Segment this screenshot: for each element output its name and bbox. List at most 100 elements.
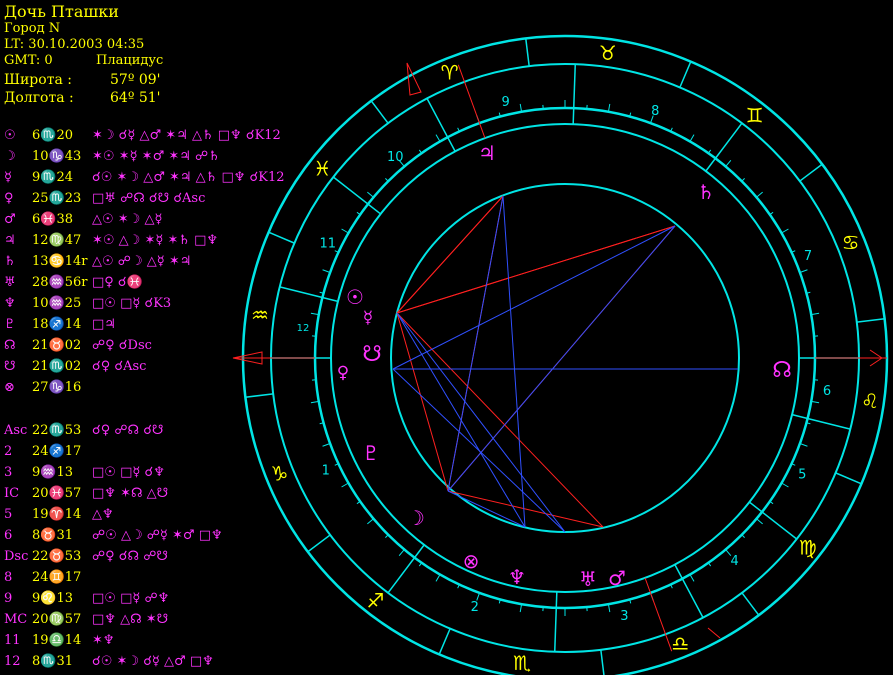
aspect-line: [502, 195, 526, 528]
sign-divider: [856, 318, 885, 323]
degree-tick: [435, 574, 441, 582]
degree-tick: [607, 604, 611, 613]
planet-neptune-glyph: ♆: [508, 565, 526, 589]
house-cusp: [279, 286, 339, 303]
degree-tick: [398, 549, 405, 556]
zodiac-sign-glyph: ♌: [861, 389, 879, 413]
sign-divider: [679, 61, 692, 88]
aspect-line: [447, 225, 676, 492]
degree-tick: [756, 191, 763, 198]
degree-tick: [811, 400, 820, 404]
degree-tick: [811, 312, 820, 316]
zodiac-sign-glyph: ♍: [799, 536, 817, 560]
zodiac-sign-glyph: ♓: [313, 156, 331, 180]
house-cusp: [572, 64, 577, 125]
planet-mercury-glyph: ☿: [363, 308, 373, 328]
zodiac-sign-glyph: ♉: [599, 41, 617, 65]
sign-divider: [438, 628, 451, 655]
house-cusp: [674, 564, 704, 618]
sign-divider: [307, 534, 331, 553]
degree-tick: [519, 604, 523, 613]
house-number: 7: [804, 249, 812, 264]
aspect-line: [396, 195, 504, 314]
sign-divider: [245, 393, 274, 398]
wheel-ring: [241, 34, 889, 675]
zodiac-sign-glyph: ♐: [366, 589, 384, 613]
planet-saturn-glyph: ♄: [697, 180, 715, 204]
planet-node-north-glyph: ☊: [772, 358, 792, 383]
planet-pluto-glyph: ♇: [362, 441, 380, 465]
zodiac-sign-glyph: ♈: [441, 60, 459, 84]
sign-divider: [600, 649, 605, 675]
degree-tick: [322, 269, 331, 273]
zodiac-sign-glyph: ♏: [513, 651, 531, 675]
sign-divider: [268, 231, 295, 244]
horoscope-wheel: ♋♊♉♈♓♒♑♐♏♎♍♌123456789101112☉☿☋♀♇☽⊗♆ ♅ ♂♃♄☊: [232, 34, 889, 675]
degree-tick: [781, 228, 789, 234]
sign-divider: [741, 592, 760, 616]
degree-tick: [367, 191, 374, 198]
degree-tick: [741, 534, 745, 538]
zodiac-sign-glyph: ♎: [671, 632, 689, 656]
planet-venus-glyph: ♀: [337, 363, 349, 383]
degree-tick: [689, 574, 695, 582]
degree-tick: [741, 178, 745, 182]
house-number: 6: [823, 384, 831, 399]
zodiac-sign-glyph: ♑: [270, 461, 288, 485]
degree-tick: [756, 518, 763, 525]
aspect-line: [392, 225, 676, 370]
house-cusp: [426, 98, 456, 152]
degree-tick: [799, 269, 808, 273]
degree-tick: [689, 134, 695, 142]
degree-tick: [519, 103, 523, 112]
wheel-ring: [330, 123, 800, 593]
degree-tick: [725, 160, 732, 167]
degree-tick: [607, 103, 611, 112]
house-number: 8: [651, 104, 659, 119]
wheel-ring: [270, 63, 860, 653]
house-number: 4: [731, 554, 739, 569]
degree-tick: [341, 228, 349, 234]
degree-tick: [781, 482, 789, 488]
degree-tick: [435, 134, 441, 142]
sign-divider: [835, 472, 862, 485]
planet-sun-glyph: ☉: [346, 285, 364, 309]
dsc-arrow: [869, 349, 883, 359]
sign-divider: [799, 163, 823, 182]
sign-divider: [525, 38, 530, 67]
wheel-ring: [390, 183, 740, 533]
degree-tick: [385, 178, 389, 182]
dsc-arrow: [869, 357, 883, 367]
house-number: 1: [322, 464, 330, 479]
zodiac-sign-glyph: ♊: [746, 103, 764, 127]
degree-tick: [367, 518, 374, 525]
house-cusp: [791, 413, 851, 430]
planet-fortune-glyph: ⊗: [463, 549, 480, 573]
degree-tick: [310, 312, 319, 316]
degree-tick: [341, 482, 349, 488]
aspect-line: [447, 490, 604, 528]
planet-mars-glyph: ♂: [608, 566, 626, 590]
degree-tick: [322, 443, 331, 447]
planet-node-south-glyph: ☋: [362, 342, 382, 367]
house-number: 3: [620, 609, 628, 624]
house-cusp: [553, 591, 558, 652]
ic-arrow: [707, 627, 721, 639]
house-number: 9: [501, 95, 509, 110]
house-number: 10: [387, 150, 404, 165]
zodiac-sign-glyph: ♋: [842, 231, 860, 255]
degree-tick: [385, 534, 389, 538]
zodiac-sign-glyph: ♒: [251, 303, 269, 327]
aspect-line: [447, 490, 526, 528]
planet-jupiter-glyph: ♃: [478, 141, 496, 165]
degree-tick: [310, 400, 319, 404]
planet-moon-glyph: ☽: [407, 506, 425, 530]
house-number: 12: [297, 323, 310, 334]
house-number: 11: [319, 236, 336, 251]
house-number: 5: [798, 468, 806, 483]
planet-uranus-glyph: ♅: [579, 567, 597, 591]
mc-arrow: [406, 62, 422, 96]
sign-divider: [370, 100, 389, 124]
degree-tick: [799, 443, 808, 447]
house-number: 2: [471, 600, 479, 615]
